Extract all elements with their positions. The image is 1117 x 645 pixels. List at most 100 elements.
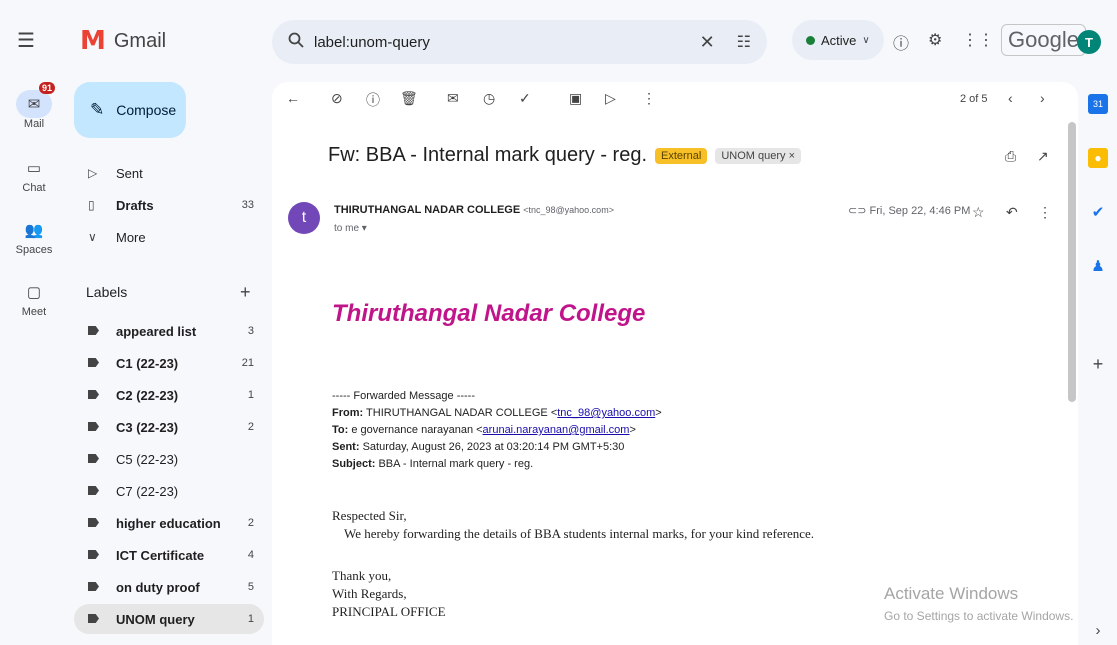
label-item[interactable]: higher education 2 — [74, 508, 264, 538]
help-icon[interactable]: ⓘ — [893, 30, 909, 54]
sender-email: <tnc_98@yahoo.com> — [523, 205, 614, 215]
gmail-m-icon: M — [80, 26, 106, 56]
label-tag-shape — [88, 614, 99, 623]
label-tag-shape — [88, 550, 99, 559]
status-dot-icon — [806, 35, 815, 45]
message-more-icon[interactable]: ⋮ — [1038, 204, 1052, 221]
label-tag-shape — [88, 358, 99, 367]
label-item[interactable]: appeared list 3 — [74, 316, 264, 346]
search-bar: ✕ ☷ — [272, 20, 767, 64]
keep-icon[interactable]: ● — [1088, 148, 1108, 168]
search-options-icon[interactable]: ☷ — [737, 32, 751, 52]
label-item-name: ICT Certificate — [116, 547, 205, 563]
print-icon[interactable]: ⎙ — [1005, 148, 1016, 165]
rail-spaces[interactable]: 👥 Spaces — [0, 216, 68, 256]
nav-more[interactable]: ∨ More — [74, 222, 264, 252]
college-title: Thiruthangal Nadar College — [332, 300, 646, 327]
main-menu-icon[interactable]: ☰ — [14, 28, 38, 52]
archive-icon[interactable]: ⊘ — [331, 90, 343, 107]
open-new-window-icon[interactable]: ↗ — [1037, 148, 1049, 165]
rail-mail[interactable]: ✉ 91 Mail — [0, 82, 68, 130]
label-icon[interactable]: ▷ — [605, 90, 616, 107]
nav-sent[interactable]: ▷ Sent — [74, 158, 264, 188]
label-item-name: C2 (22-23) — [116, 387, 179, 403]
previous-chevron-icon[interactable]: ‹ — [1008, 90, 1013, 106]
show-side-panel-chevron-icon[interactable]: › — [1088, 620, 1108, 640]
add-label-icon[interactable]: + — [240, 282, 251, 303]
label-tag-icon — [88, 516, 106, 530]
label-item[interactable]: UNOM query 1 — [74, 604, 264, 634]
label-item-name: C7 (22-23) — [116, 483, 179, 499]
tasks-icon[interactable]: ✔ — [1088, 202, 1108, 222]
sender-avatar[interactable]: t — [288, 202, 320, 234]
nav-drafts[interactable]: ▯ Drafts 33 — [74, 190, 264, 220]
account-avatar[interactable]: T — [1077, 30, 1101, 54]
label-item[interactable]: C2 (22-23) 1 — [74, 380, 264, 410]
letter-body: Respected Sir, We hereby forwarding the … — [332, 507, 814, 621]
compose-button[interactable]: ✎ Compose — [74, 82, 186, 138]
add-task-icon[interactable]: ✓ — [519, 90, 531, 107]
status-dropdown[interactable]: Active ∨ — [792, 20, 884, 60]
pencil-icon: ✎ — [90, 100, 105, 119]
label-item-count: 3 — [247, 325, 254, 337]
snooze-icon[interactable]: ◷ — [483, 90, 495, 107]
message-subject: Fw: BBA - Internal mark query - reg. — [328, 144, 647, 166]
rail-chat-label: Chat — [22, 182, 46, 194]
chat-icon: ▭ — [26, 160, 42, 177]
label-item[interactable]: ICT Certificate 4 — [74, 540, 264, 570]
draft-icon: ▯ — [88, 198, 95, 212]
label-item[interactable]: on duty proof 5 — [74, 572, 264, 602]
forwarded-header-block: ----- Forwarded Message ----- From: THIR… — [332, 388, 662, 473]
office-line: PRINCIPAL OFFICE — [332, 604, 446, 619]
delete-icon[interactable]: 🗑 — [400, 90, 418, 107]
search-icon[interactable] — [288, 32, 304, 53]
label-tag-shape — [88, 326, 99, 335]
label-item-name: C1 (22-23) — [116, 355, 179, 371]
to-email-link[interactable]: arunai.narayanan@gmail.com — [483, 424, 630, 436]
rail-meet[interactable]: ▢ Meet — [0, 278, 68, 318]
to-label: To: — [332, 424, 349, 436]
next-chevron-icon[interactable]: › — [1040, 90, 1045, 106]
back-arrow-icon[interactable]: ← — [286, 90, 300, 106]
external-chip: External — [655, 147, 708, 164]
label-tag-icon — [88, 580, 106, 594]
move-to-icon[interactable]: ▣ — [569, 90, 582, 107]
spaces-icon: 👥 — [24, 222, 44, 239]
rail-chat[interactable]: ▭ Chat — [0, 154, 68, 194]
gmail-logo[interactable]: M Gmail — [80, 28, 166, 54]
top-bar: ☰ M Gmail ✕ ☷ Active ∨ ⓘ ⚙ ⋮⋮ Google T — [0, 0, 1117, 82]
reply-icon[interactable]: ↶ — [1006, 204, 1018, 221]
google-account-logo[interactable]: Google — [1001, 24, 1086, 56]
get-addons-plus-icon[interactable]: + — [1088, 354, 1108, 374]
label-tag-shape — [88, 422, 99, 431]
label-chip[interactable]: UNOM query × — [715, 147, 802, 164]
nav-drafts-label: Drafts — [116, 197, 154, 213]
settings-gear-icon[interactable]: ⚙ — [928, 30, 942, 50]
mark-unread-icon[interactable]: ✉ — [447, 90, 459, 107]
label-item[interactable]: C7 (22-23) — [74, 476, 264, 506]
recipient-toggle[interactable]: to me ▾ — [334, 223, 367, 234]
clear-search-icon[interactable]: ✕ — [700, 32, 715, 53]
sender-name[interactable]: THIRUTHANGAL NADAR COLLEGE — [334, 204, 520, 216]
label-item-count: 2 — [247, 517, 254, 529]
report-spam-icon[interactable]: ⓘ — [366, 90, 380, 110]
apps-grid-icon[interactable]: ⋮⋮ — [962, 30, 994, 50]
label-item-count: 1 — [247, 613, 254, 625]
search-input[interactable] — [314, 33, 700, 51]
label-tag-icon — [88, 388, 106, 402]
contacts-icon[interactable]: ♟ — [1088, 256, 1108, 276]
calendar-icon[interactable]: 31 — [1088, 94, 1108, 114]
meet-icon: ▢ — [26, 284, 42, 301]
label-item[interactable]: C1 (22-23) 21 — [74, 348, 264, 378]
vertical-scrollbar[interactable] — [1068, 122, 1076, 402]
from-text: THIRUTHANGAL NADAR COLLEGE < — [366, 407, 558, 419]
more-options-icon[interactable]: ⋮ — [642, 90, 656, 107]
from-email-link[interactable]: tnc_98@yahoo.com — [557, 407, 655, 419]
star-icon[interactable]: ☆ — [972, 204, 985, 221]
message-date: Fri, Sep 22, 4:46 PM — [869, 205, 971, 217]
label-item[interactable]: C3 (22-23) 2 — [74, 412, 264, 442]
label-item[interactable]: C5 (22-23) — [74, 444, 264, 474]
label-tag-shape — [88, 486, 99, 495]
label-tag-shape — [88, 582, 99, 591]
label-tag-shape — [88, 518, 99, 527]
